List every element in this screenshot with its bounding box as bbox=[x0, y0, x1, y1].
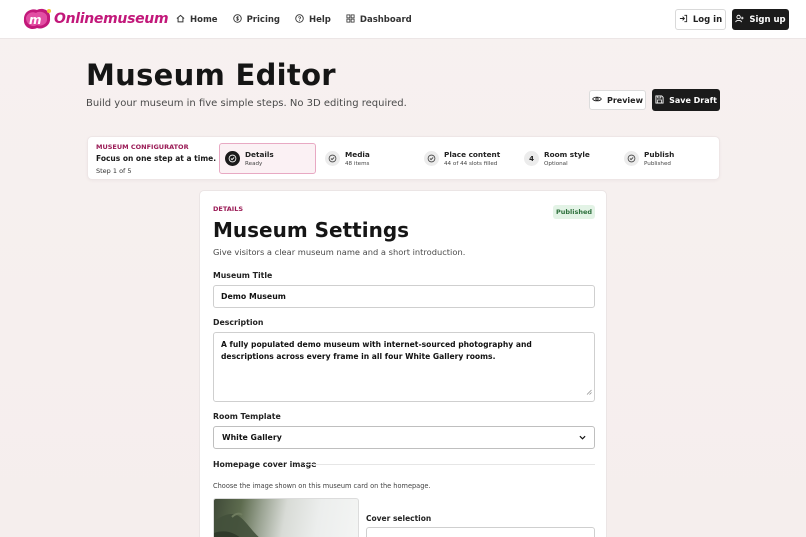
eye-icon bbox=[592, 95, 607, 105]
room-template-value: White Gallery bbox=[222, 433, 282, 442]
cover-help-text: Choose the image shown on this museum ca… bbox=[213, 482, 431, 490]
signup-button[interactable]: Sign up bbox=[732, 9, 789, 30]
museum-title-input[interactable]: Demo Museum bbox=[213, 285, 595, 308]
configurator-step-count: Step 1 of 5 bbox=[96, 167, 132, 175]
cover-image-label: Homepage cover image bbox=[213, 460, 317, 469]
step-title: Place content bbox=[444, 150, 501, 159]
step-title: Media bbox=[345, 150, 370, 159]
step-meta: Ready bbox=[245, 161, 263, 167]
check-circle-icon bbox=[624, 151, 639, 166]
brand-logo[interactable]: m Onlinemuseum bbox=[20, 6, 169, 32]
description-textarea[interactable]: A fully populated demo museum with inter… bbox=[213, 332, 595, 402]
cover-selection-label: Cover selection bbox=[366, 514, 432, 523]
brand-name: Onlinemuseum bbox=[54, 11, 169, 27]
nav-dashboard[interactable]: Dashboard bbox=[346, 13, 412, 26]
step-publish[interactable]: Publish Published bbox=[619, 143, 711, 174]
step-room-style[interactable]: 4 Room style Optional bbox=[519, 143, 611, 174]
museum-settings-card: DETAILS Published Museum Settings Give v… bbox=[199, 190, 607, 537]
section-label: DETAILS bbox=[213, 205, 244, 213]
configurator-steps: MUSEUM CONFIGURATOR Focus on one step at… bbox=[87, 136, 720, 180]
svg-text:m: m bbox=[29, 13, 42, 27]
resize-handle-icon[interactable] bbox=[586, 387, 592, 399]
check-circle-icon bbox=[225, 151, 240, 166]
preview-label: Preview bbox=[606, 95, 643, 105]
dashboard-icon bbox=[346, 13, 360, 26]
signup-label: Sign up bbox=[749, 14, 786, 25]
home-icon bbox=[176, 14, 190, 26]
step-title: Details bbox=[245, 150, 274, 159]
nav-help-label: Help bbox=[309, 14, 331, 25]
help-icon bbox=[295, 13, 309, 26]
preview-button[interactable]: Preview bbox=[589, 90, 646, 110]
page-subtitle: Build your museum in five simple steps. … bbox=[86, 98, 407, 109]
step-meta: Optional bbox=[544, 161, 568, 167]
step-title: Room style bbox=[544, 150, 590, 159]
save-icon bbox=[655, 94, 669, 106]
description-label: Description bbox=[213, 318, 264, 327]
login-icon bbox=[679, 14, 693, 26]
room-template-select[interactable]: White Gallery bbox=[213, 426, 595, 449]
step-place-content[interactable]: Place content 44 of 44 slots filled bbox=[419, 143, 514, 174]
nav-dashboard-label: Dashboard bbox=[359, 14, 412, 25]
step-meta: 44 of 44 slots filled bbox=[444, 161, 498, 167]
nav-pricing[interactable]: Pricing bbox=[232, 13, 281, 26]
museum-title-label: Museum Title bbox=[213, 271, 273, 280]
nav-help[interactable]: Help bbox=[295, 13, 331, 26]
step-title: Publish bbox=[644, 150, 675, 159]
nav-home-label: Home bbox=[190, 14, 218, 25]
card-subtitle: Give visitors a clear museum name and a … bbox=[213, 247, 466, 257]
save-draft-button[interactable]: Save Draft bbox=[652, 89, 720, 111]
step-meta: Published bbox=[644, 161, 671, 167]
status-badge: Published bbox=[553, 205, 595, 219]
check-circle-icon bbox=[424, 151, 439, 166]
card-title: Museum Settings bbox=[213, 218, 410, 242]
museum-title-value: Demo Museum bbox=[221, 292, 286, 301]
cover-selection-field[interactable] bbox=[366, 527, 595, 537]
check-circle-icon bbox=[325, 151, 340, 166]
dollar-icon bbox=[232, 13, 247, 26]
login-label: Log in bbox=[692, 14, 723, 25]
description-value: A fully populated demo museum with inter… bbox=[221, 340, 532, 362]
configurator-focus: Focus on one step at a time. bbox=[96, 154, 217, 163]
cover-image-preview[interactable] bbox=[213, 498, 359, 537]
logo-mark-icon: m bbox=[20, 6, 54, 32]
nav-home[interactable]: Home bbox=[176, 14, 218, 26]
cover-photo-graphic bbox=[214, 512, 259, 537]
step-media[interactable]: Media 48 items bbox=[320, 143, 412, 174]
room-template-label: Room Template bbox=[213, 412, 281, 421]
save-draft-label: Save Draft bbox=[669, 95, 717, 105]
step-meta: 48 items bbox=[345, 161, 370, 167]
top-navigation-bar: m Onlinemuseum Home Pricing Help Dashboa… bbox=[0, 0, 806, 39]
page-title: Museum Editor bbox=[86, 58, 336, 92]
chevron-down-icon bbox=[579, 433, 586, 442]
step-details[interactable]: Details Ready bbox=[219, 143, 316, 174]
user-plus-icon bbox=[735, 14, 749, 26]
configurator-label: MUSEUM CONFIGURATOR bbox=[96, 143, 189, 151]
nav-pricing-label: Pricing bbox=[246, 14, 281, 25]
main-nav: Home Pricing Help Dashboard bbox=[176, 0, 427, 39]
section-divider bbox=[304, 464, 595, 465]
login-button[interactable]: Log in bbox=[675, 9, 726, 30]
step-number: 4 bbox=[524, 151, 539, 166]
